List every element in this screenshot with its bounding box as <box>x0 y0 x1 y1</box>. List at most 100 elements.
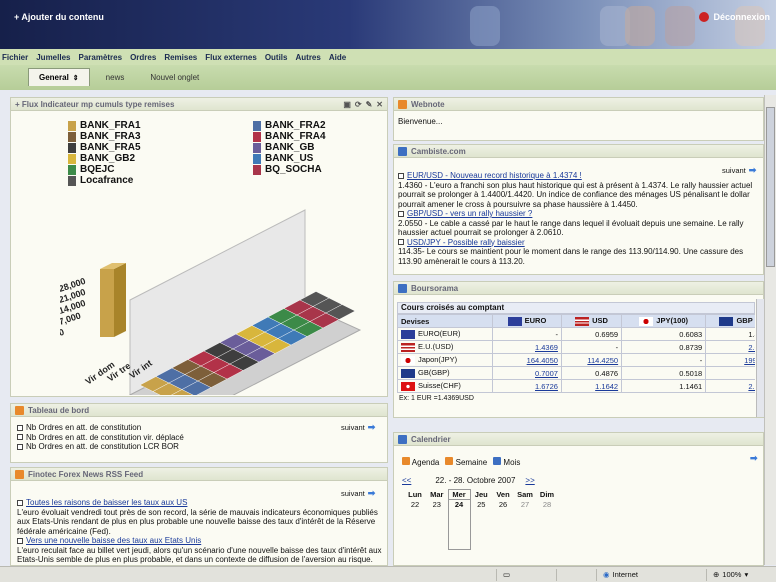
legend-item: Locafrance <box>68 175 253 186</box>
edit-icon[interactable]: ✎ <box>366 100 373 109</box>
tableau-item[interactable]: Nb Ordres en att. de constitution LCR BO… <box>17 442 184 452</box>
row-label: Suisse(CHF) <box>397 379 493 393</box>
menu-autres[interactable]: Autres <box>295 53 320 62</box>
tab-news[interactable]: news <box>96 68 135 86</box>
view-mois[interactable]: Mois <box>493 457 520 467</box>
zoom-icon: ⊕ <box>713 570 720 579</box>
prev-week-button[interactable]: << <box>402 476 411 485</box>
table-scrollbar[interactable] <box>756 299 764 417</box>
next-week-button[interactable]: >> <box>525 476 534 485</box>
weekday-header: Lun <box>408 490 422 499</box>
table-cell[interactable]: 2.28 <box>705 379 755 393</box>
flag-eu-icon <box>401 329 415 339</box>
tab-new-tab[interactable]: Nouvel onglet <box>140 68 209 86</box>
view-agenda[interactable]: Agenda <box>402 457 439 467</box>
col-header-eur: EURO <box>492 314 562 328</box>
cambiste-item-link[interactable]: USD/JPY - Possible rally baissier <box>407 238 525 247</box>
col-header-label: USD <box>592 316 608 326</box>
menu-aide[interactable]: Aide <box>329 53 346 62</box>
row-label: Japon(JPY) <box>397 353 493 367</box>
legend-item: BQEJC <box>68 164 253 175</box>
scrollbar-thumb[interactable] <box>766 107 775 267</box>
calendar-view-switch: Agenda Semaine Mois <box>402 457 520 467</box>
tableau-panel: Tableau de bord suivant ➡ Nb Ordres en at… <box>10 403 388 463</box>
legend-item: BANK_FRA4 <box>253 131 368 142</box>
tab-bar: General ⇕ news Nouvel onglet <box>0 65 776 90</box>
table-cell[interactable]: 164.4050 <box>492 353 562 367</box>
rss-icon <box>15 405 24 415</box>
menu-fichier[interactable]: Fichier <box>2 53 28 62</box>
legend-item: BANK_FRA2 <box>253 120 368 131</box>
calendar-day[interactable]: 22 <box>404 500 426 550</box>
legend-swatch <box>68 153 76 164</box>
tableau-item[interactable]: Nb Ordres en att. de constitution <box>17 423 184 433</box>
finotec-title: Finotec Forex News RSS Feed <box>28 469 144 479</box>
table-cell[interactable]: 1.4369 <box>492 340 562 354</box>
close-icon[interactable]: ✕ <box>376 100 383 109</box>
weekday-header: Mar <box>430 490 444 499</box>
table-cell: 1.42 <box>705 327 755 341</box>
table-cell[interactable]: 1.6726 <box>492 379 562 393</box>
finotec-item-link[interactable]: Toutes les raisons de baisser les taux a… <box>26 498 187 507</box>
view-label: Semaine <box>455 458 488 467</box>
header-photo <box>470 6 500 46</box>
webnote-text[interactable]: Bienvenue... <box>398 117 442 127</box>
minimize-icon[interactable]: ▣ <box>343 100 351 109</box>
refresh-icon[interactable]: ⟳ <box>355 100 362 109</box>
menu-flux-externes[interactable]: Flux externes <box>205 53 257 62</box>
rss-icon <box>15 469 24 479</box>
legend-item: BANK_FRA3 <box>68 131 253 142</box>
table-cell[interactable]: 114.4250 <box>560 353 623 367</box>
calendar-day[interactable]: 27 <box>514 500 536 550</box>
table-cell[interactable]: 1.1642 <box>560 379 623 393</box>
cambiste-item-link[interactable]: EUR/USD - Nouveau record historique à 1.… <box>407 171 582 180</box>
legend-swatch <box>253 153 261 164</box>
table-cell[interactable]: 0.7007 <box>492 366 562 380</box>
menu-remises[interactable]: Remises <box>164 53 197 62</box>
menu-parametres[interactable]: Paramètres <box>78 53 122 62</box>
spinner-icon[interactable]: ⇕ <box>73 74 79 82</box>
calendar-day[interactable]: 23 <box>426 500 448 550</box>
webnote-panel: Webnote Bienvenue... <box>393 97 764 141</box>
tab-general-label: General <box>39 73 69 82</box>
menu-outils[interactable]: Outils <box>265 53 288 62</box>
weekday-header: Ven <box>496 490 510 499</box>
menu-ordres[interactable]: Ordres <box>130 53 156 62</box>
table-cell: 0.6959 <box>560 327 623 341</box>
arrow-right-icon[interactable]: ➡ <box>750 453 758 464</box>
cambiste-item-link[interactable]: GBP/USD - vers un rally haussier ? <box>407 209 532 218</box>
menu-jumelles[interactable]: Jumelles <box>36 53 70 62</box>
finotec-item-link[interactable]: Vers une nouvelle baisse des taux aux Et… <box>26 536 201 545</box>
calendar-day-today[interactable]: 24 <box>447 499 471 550</box>
zoom-control[interactable]: ⊕ 100% ▾ <box>706 568 776 581</box>
view-semaine[interactable]: Semaine <box>445 457 487 467</box>
chart-legend: BANK_FRA1 BANK_FRA2 BANK_FRA3 BANK_FRA4 BANK… <box>68 120 368 186</box>
calendar-day[interactable]: 28 <box>536 500 558 550</box>
tableau-item[interactable]: Nb Ordres en att. de constitution vir. d… <box>17 433 184 443</box>
chart-bar <box>100 269 114 337</box>
col-header-label: EURO <box>524 316 547 326</box>
legend-swatch <box>253 120 261 131</box>
calendar-day[interactable]: 25 <box>470 500 492 550</box>
chart-3d-plot: 28,00021,00014,0007,0000Vir domVir treVi… <box>60 209 362 395</box>
finotec-header: Finotec Forex News RSS Feed <box>11 468 387 481</box>
calendrier-header: Calendrier <box>394 433 763 446</box>
legend-swatch <box>253 131 261 142</box>
calendar-range: 22. - 28. Octobre 2007 <box>435 476 516 485</box>
status-zone: ◉ Internet <box>596 568 706 581</box>
page-scrollbar[interactable] <box>764 95 776 565</box>
tableau-suivant-link[interactable]: suivant ➡ <box>341 422 375 433</box>
add-content-link[interactable]: + Ajouter du contenu <box>14 12 104 22</box>
view-label: Agenda <box>411 458 440 467</box>
table-cell[interactable]: 199.2 <box>705 353 755 367</box>
tableau-item-label: Nb Ordres en att. de constitution <box>26 423 142 432</box>
table-cell[interactable]: 2.05 <box>705 340 755 354</box>
flag-us-icon <box>401 342 415 352</box>
plus-box-icon <box>17 443 23 450</box>
table-row: Suisse(CHF) 1.6726 1.1642 1.1461 2.28 <box>397 379 755 393</box>
checkbox-icon <box>17 499 23 506</box>
legend-swatch <box>68 131 76 142</box>
calendar-day[interactable]: 26 <box>492 500 514 550</box>
tab-general[interactable]: General ⇕ <box>28 68 90 86</box>
logout-button[interactable]: Déconnexion <box>699 12 770 22</box>
